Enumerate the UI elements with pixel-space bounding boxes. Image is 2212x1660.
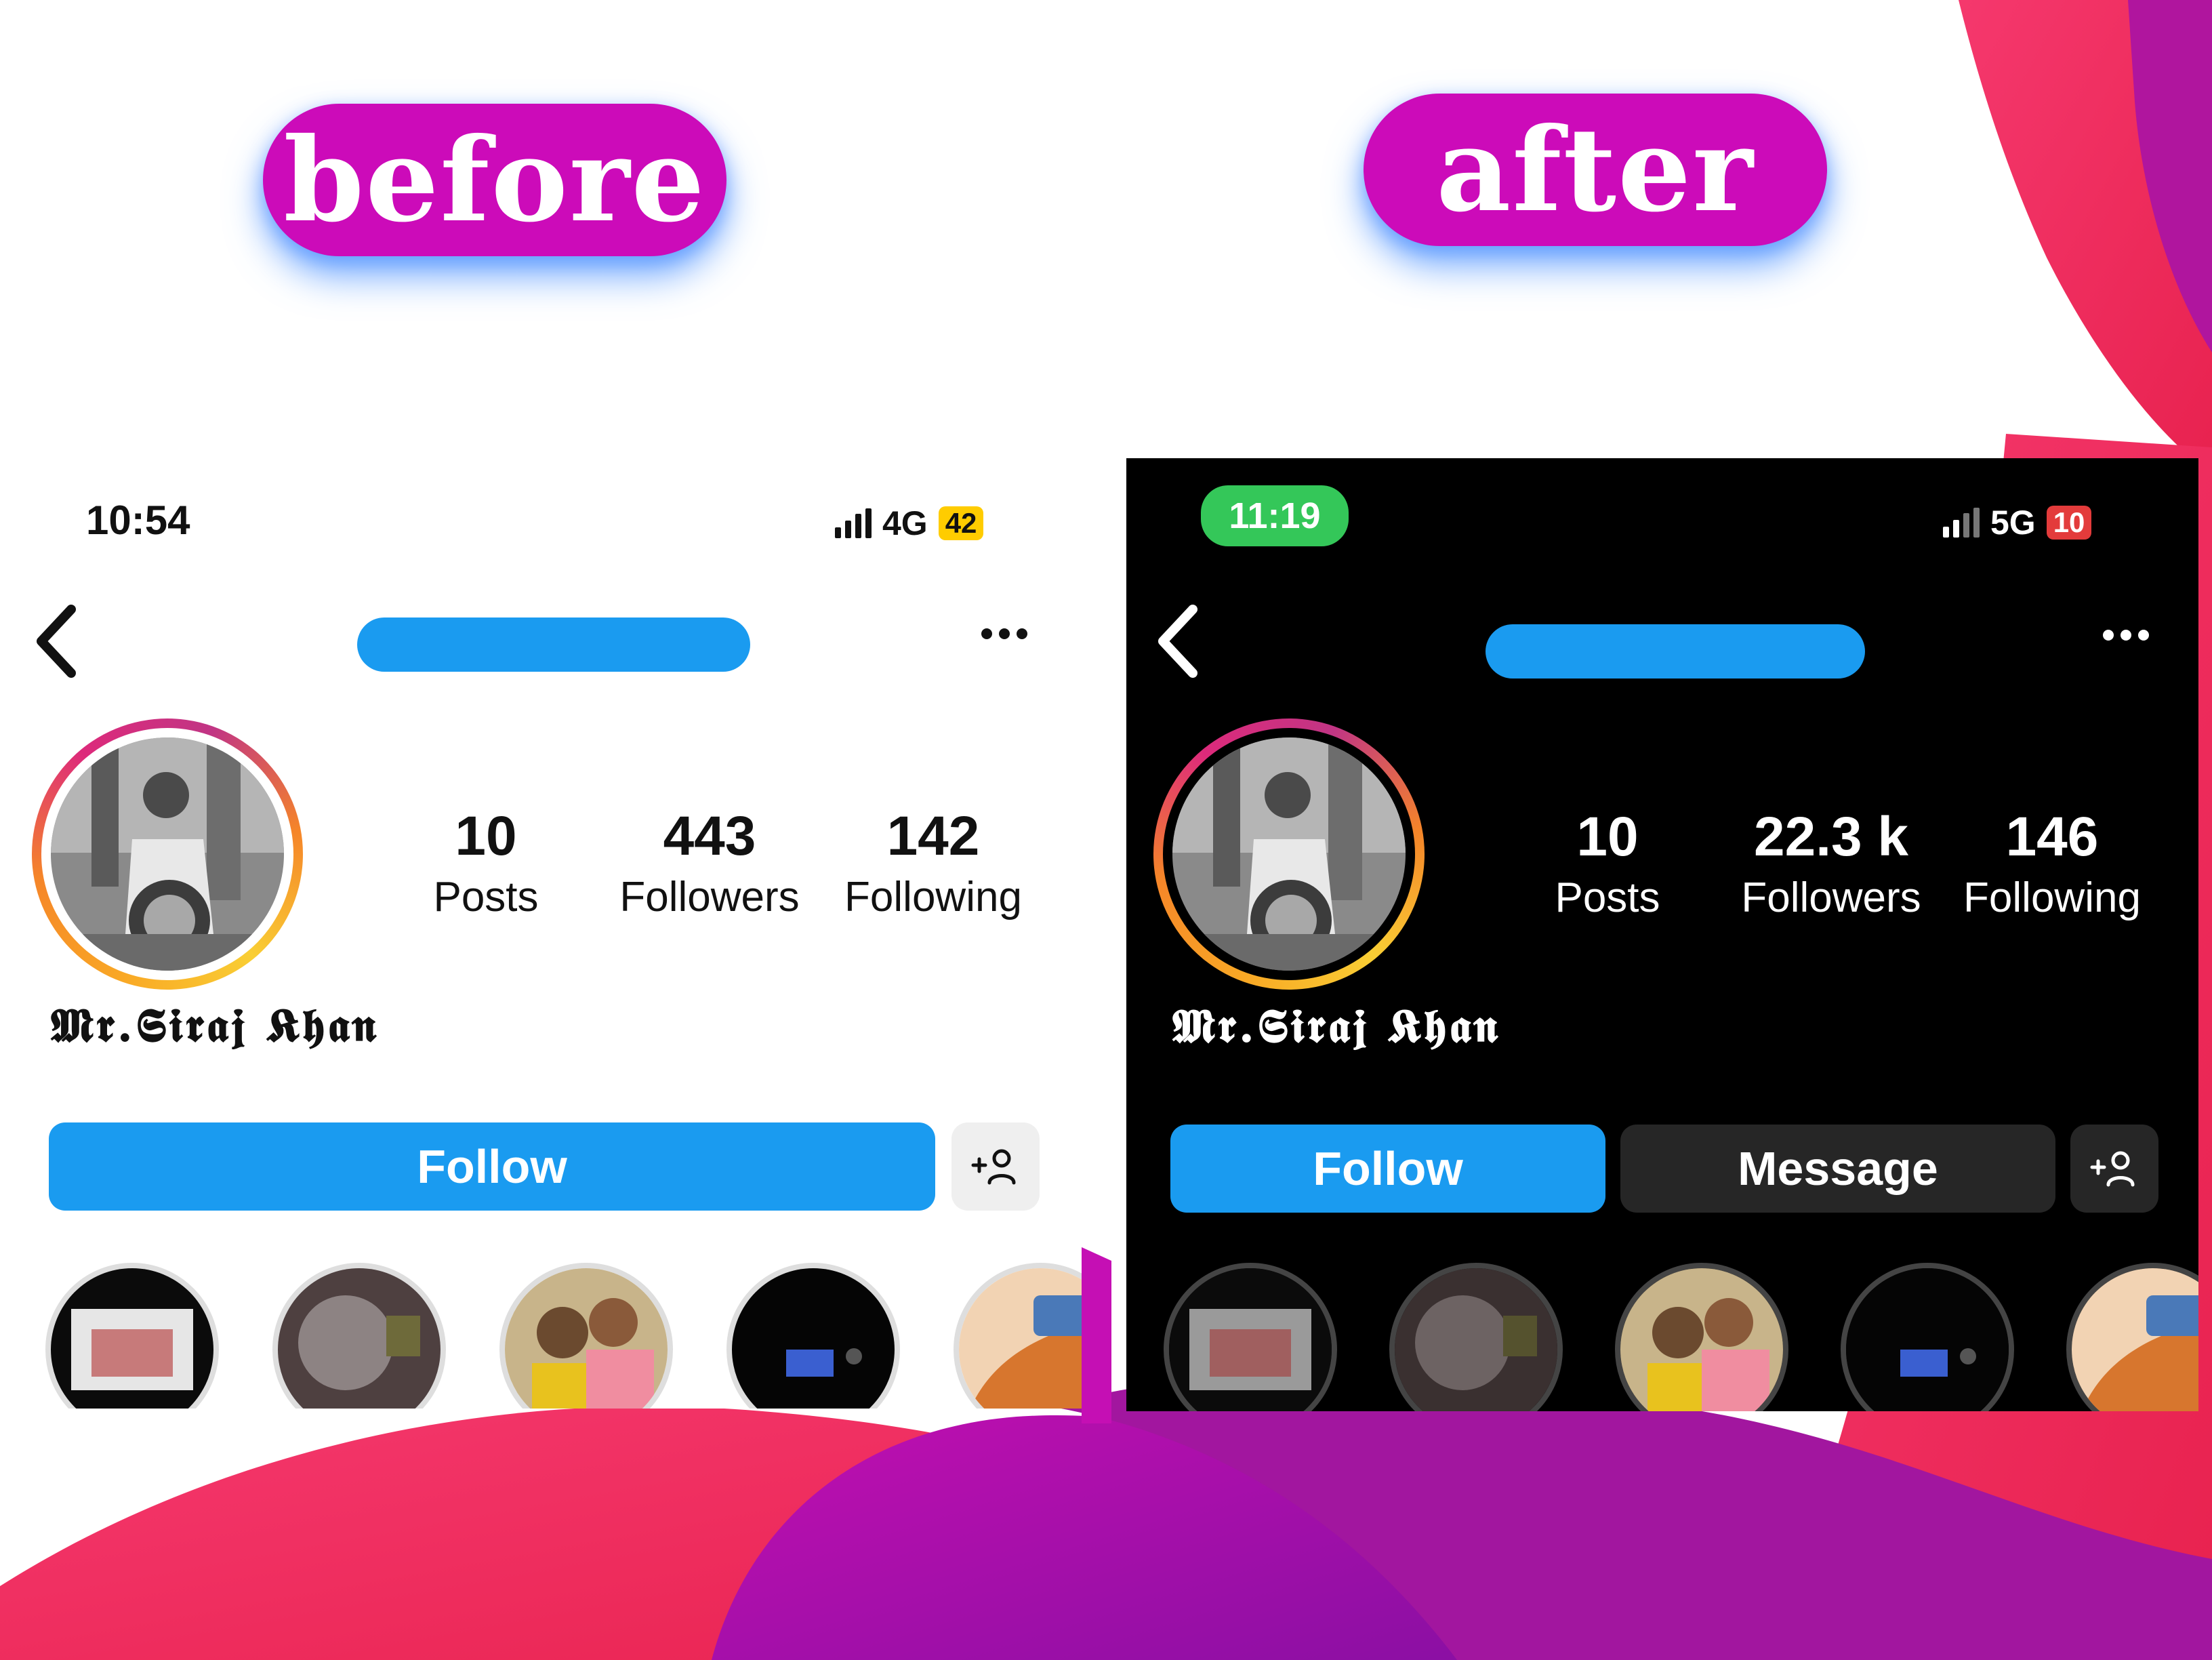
display-name: 𝕸𝖗.𝕾𝖎𝖗𝖆𝖏 𝕶𝖍𝖆𝖓 [51,998,379,1053]
more-dots-icon [2103,630,2149,641]
display-name: 𝕸𝖗.𝕾𝖎𝖗𝖆𝖏 𝕶𝖍𝖆𝖓 [1172,999,1500,1053]
status-indicators: 4G 42 [835,504,984,543]
battery-icon: 42 [938,506,984,540]
stat-posts[interactable]: 10 Posts [394,809,577,918]
more-dots-icon [981,628,1027,639]
posts-label: Posts [433,874,539,920]
add-person-icon [971,1149,1016,1185]
following-count: 146 [2005,806,2099,868]
story-highlight[interactable] [1615,1263,1788,1411]
signal-icon [1943,508,1980,538]
battery-level: 10 [2053,506,2085,538]
story-highlight[interactable] [954,1263,1082,1409]
username-redacted [1486,624,1865,679]
avatar-photo [1172,737,1406,971]
status-indicators: 5G 10 [1943,503,2092,542]
message-button[interactable]: Message [1620,1125,2055,1213]
status-time: 11:19 [1201,485,1349,546]
username-redacted [357,618,750,672]
after-label: after [1364,94,1827,246]
avatar-photo [51,737,284,971]
posts-label: Posts [1555,874,1660,921]
chevron-left-icon [37,605,76,678]
before-label: before [263,104,726,256]
back-button[interactable] [32,604,79,679]
profile-avatar[interactable] [32,718,303,990]
chevron-left-icon [1158,605,1197,678]
suggested-users-button[interactable] [2070,1125,2158,1213]
stat-following[interactable]: 142 Following [825,809,1042,918]
status-time: 10:54 [86,498,190,543]
story-highlight[interactable] [45,1263,219,1409]
stat-followers[interactable]: 22.3 k Followers [1723,809,1940,919]
stat-followers[interactable]: 443 Followers [601,809,818,918]
battery-icon: 10 [2046,506,2092,540]
story-highlight[interactable] [1164,1263,1337,1411]
followers-label: Followers [1741,874,1921,921]
stat-following[interactable]: 146 Following [1944,809,2160,919]
following-label: Following [844,874,1022,920]
stat-posts[interactable]: 10 Posts [1516,809,1699,919]
network-type: 5G [1990,504,2036,542]
battery-level: 42 [945,507,977,539]
follow-button[interactable]: Follow [49,1122,935,1211]
signal-icon [835,508,872,538]
follow-button[interactable]: Follow [1170,1125,1605,1213]
more-options-button[interactable] [981,627,1028,644]
story-highlight[interactable] [1389,1263,1563,1411]
more-options-button[interactable] [2102,628,2150,645]
followers-count: 443 [663,805,756,867]
before-profile-screenshot: 10:54 4G 42 10 Posts 443 Followers 142 F… [5,456,1082,1409]
story-highlight[interactable] [272,1263,446,1409]
followers-count: 22.3 k [1754,806,1908,868]
posts-count: 10 [455,805,517,867]
posts-count: 10 [1576,806,1639,868]
profile-avatar[interactable] [1153,718,1425,990]
followers-label: Followers [619,874,800,920]
following-label: Following [1963,874,2141,921]
network-type: 4G [882,504,928,542]
story-highlight[interactable] [1841,1263,2014,1411]
add-person-icon [2090,1151,2135,1187]
status-time-text: 11:19 [1229,495,1321,536]
story-highlight[interactable] [2066,1263,2198,1411]
story-highlight[interactable] [499,1263,673,1409]
story-highlight[interactable] [726,1263,900,1409]
after-profile-screenshot: 11:19 5G 10 10 Posts 22.3 k Followers 14… [1126,458,2198,1411]
back-button[interactable] [1153,604,1201,679]
following-count: 142 [886,805,980,867]
suggested-users-button[interactable] [951,1122,1040,1211]
